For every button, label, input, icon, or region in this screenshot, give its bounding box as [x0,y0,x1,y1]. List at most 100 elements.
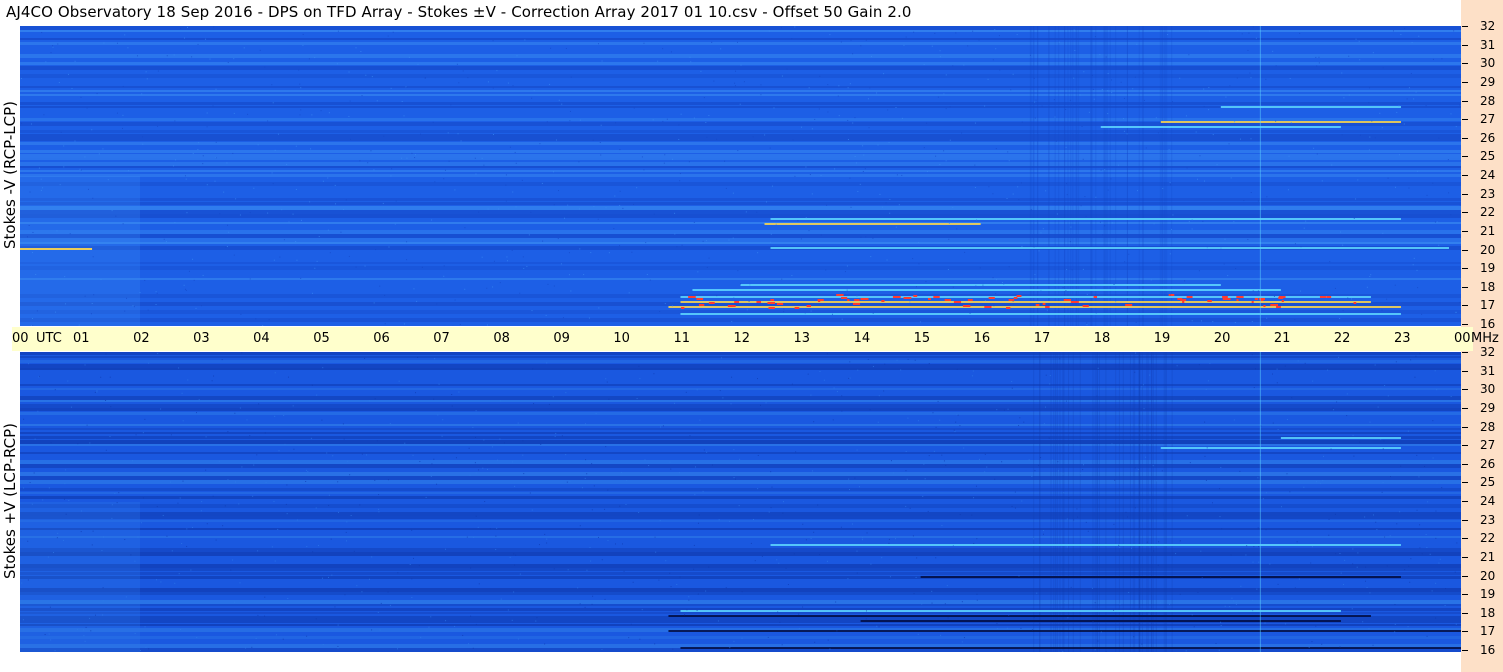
noise-speckle [1346,415,1348,417]
noise-speckle [923,147,925,149]
noise-speckle [309,201,311,203]
noise-speckle [1040,457,1042,459]
noise-speckle [515,554,517,556]
frequency-tick [1462,119,1468,121]
noise-speckle [264,615,266,617]
noise-speckle [205,436,207,438]
noise-speckle [1269,563,1271,565]
noise-speckle [1396,523,1398,525]
noise-speckle [937,96,939,98]
noise-speckle [1155,117,1157,119]
noise-speckle [984,453,986,455]
noise-speckle [70,406,72,408]
noise-speckle [1450,214,1452,216]
noise-speckle [1298,578,1300,580]
noise-speckle [186,212,188,214]
noise-speckle [322,180,324,182]
vertical-streak [1132,352,1134,652]
noise-speckle [445,620,447,622]
noise-speckle [1030,209,1032,211]
noise-speckle [219,213,221,215]
noise-speckle [1080,472,1082,474]
noise-speckle [122,85,124,87]
noise-speckle [474,462,476,464]
noise-speckle [345,531,347,533]
noise-speckle [406,86,408,88]
noise-speckle [346,521,348,523]
noise-speckle [1094,602,1096,604]
vertical-streak [1141,352,1143,652]
noise-speckle [94,391,96,393]
vertical-streak [1033,26,1035,326]
noise-speckle [57,43,59,45]
noise-speckle [1322,479,1324,481]
noise-speckle [91,544,93,546]
noise-speckle [931,45,933,47]
noise-speckle [100,376,102,378]
noise-speckle [988,186,990,188]
noise-speckle [732,237,734,239]
noise-speckle [110,406,112,408]
noise-speckle [64,303,66,305]
noise-speckle [1305,220,1307,222]
frequency-band [20,62,1461,65]
noise-speckle [278,450,280,452]
noise-speckle [148,648,150,650]
noise-speckle [934,32,936,34]
noise-speckle [607,489,609,491]
noise-speckle [1373,514,1375,516]
noise-speckle [1394,623,1396,625]
noise-speckle [773,107,775,109]
noise-speckle [1323,455,1325,457]
vertical-streak [1030,26,1032,326]
noise-speckle [495,535,497,537]
noise-speckle [1328,534,1330,536]
noise-speckle [425,496,427,498]
noise-speckle [174,222,176,224]
noise-speckle [808,87,810,89]
noise-speckle [82,629,84,631]
noise-speckle [956,368,958,370]
noise-speckle [171,550,173,552]
noise-speckle [1086,324,1088,326]
noise-speckle [1374,364,1376,366]
noise-speckle [579,119,581,121]
noise-speckle [1062,650,1064,652]
noise-speckle [170,434,172,436]
noise-speckle [1416,509,1418,511]
noise-speckle [1419,353,1421,355]
noise-speckle [1065,108,1067,110]
noise-speckle [1220,624,1222,626]
noise-speckle [31,325,33,326]
noise-speckle [1382,481,1384,483]
noise-speckle [475,623,477,625]
vertical-streak [1118,352,1120,652]
noise-speckle [206,112,208,114]
frequency-tick-label: 16 [1480,643,1496,657]
noise-speckle [1271,373,1273,375]
noise-speckle [996,409,998,411]
noise-speckle [109,436,111,438]
noise-speckle [1017,186,1019,188]
noise-speckle [1006,197,1008,199]
noise-speckle [1250,192,1252,194]
noise-speckle [1034,117,1036,119]
noise-speckle [626,480,628,482]
noise-speckle [862,145,864,147]
noise-speckle [365,74,367,76]
noise-speckle [227,431,229,433]
noise-speckle [1086,322,1088,324]
noise-speckle [1424,465,1426,467]
noise-speckle [1400,34,1402,36]
noise-speckle [688,161,690,163]
noise-speckle [258,403,260,405]
noise-speckle [536,617,538,619]
noise-speckle [1339,317,1341,319]
noise-speckle [856,572,858,574]
noise-speckle [729,520,731,522]
noise-speckle [373,169,375,171]
noise-speckle [420,133,422,135]
noise-speckle [1209,362,1211,364]
noise-speckle [96,390,98,392]
noise-speckle [89,442,91,444]
